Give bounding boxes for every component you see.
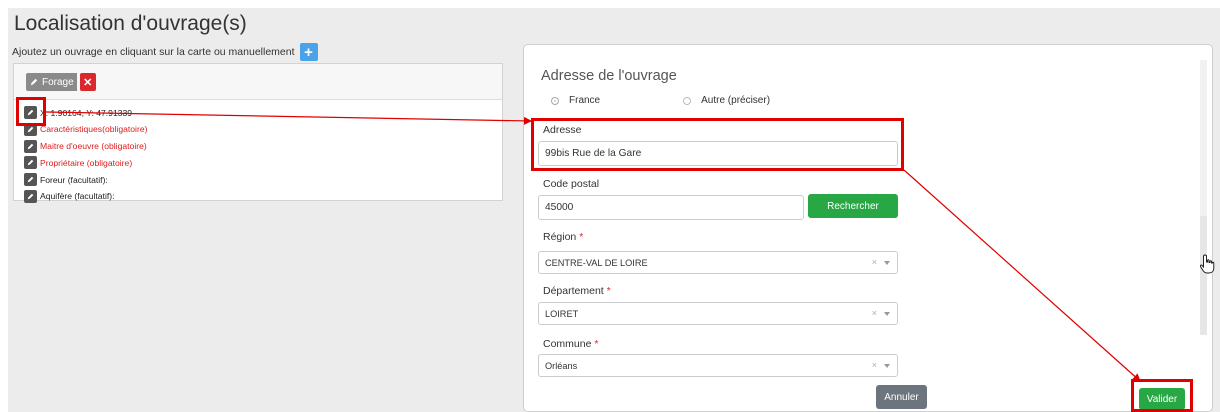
departement-clear-icon[interactable]: × — [872, 308, 877, 318]
commune-value: Orléans — [545, 360, 578, 371]
rechercher-button[interactable]: Rechercher — [808, 194, 898, 218]
radio-autre-label: Autre (préciser) — [701, 95, 771, 106]
departement-label-text: Département — [543, 285, 604, 297]
commune-clear-icon[interactable]: × — [872, 360, 877, 370]
departement-select[interactable]: LOIRET × — [538, 302, 898, 325]
page-title: Localisation d'ouvrage(s) — [14, 12, 247, 35]
required-mark: * — [606, 285, 611, 297]
edit-proprietaire-button[interactable] — [24, 156, 37, 170]
tree-item-label: Foreur (facultatif): — [40, 174, 108, 185]
radio-autre[interactable] — [683, 96, 692, 105]
add-hint-row: Ajoutez un ouvrage en cliquant sur la ca… — [12, 43, 318, 61]
tree-item-label: X: 1.90164, Y: 47.91339 — [40, 107, 133, 118]
pencil-icon — [27, 176, 34, 183]
tree-item-foreur: Foreur (facultatif): — [24, 173, 147, 187]
chevron-down-icon — [884, 261, 890, 265]
dialog-scrollbar-thumb[interactable] — [1200, 216, 1207, 335]
commune-select[interactable]: Orléans × — [538, 354, 898, 377]
plus-icon: + — [304, 43, 313, 61]
chevron-down-icon — [884, 364, 890, 368]
tree-item-label: Aquifère (facultatif): — [40, 191, 115, 202]
required-mark: * — [579, 231, 584, 243]
dialog-title: Adresse de l'ouvrage — [541, 68, 677, 84]
pencil-icon — [27, 126, 34, 133]
tree-item-label: Propriétaire (obligatoire) — [40, 157, 133, 168]
forage-node: Forage ✕ — [26, 73, 96, 91]
address-dialog: Adresse de l'ouvrage France Autre (préci… — [523, 44, 1213, 412]
tree-item-label: Caractéristiques(obligatoire) — [40, 124, 148, 135]
code-postal-label: Code postal — [543, 178, 600, 190]
edit-foreur-button[interactable] — [24, 173, 37, 186]
tree-item-proprietaire: Propriétaire (obligatoire) — [24, 156, 147, 170]
pencil-icon — [27, 160, 34, 166]
departement-label: Département * — [543, 285, 611, 297]
departement-value: LOIRET — [545, 308, 579, 319]
region-clear-icon[interactable]: × — [872, 257, 877, 267]
region-label-text: Région — [543, 231, 577, 243]
tree-item-maitre-oeuvre: Maitre d'oeuvre (obligatoire) — [24, 139, 147, 153]
required-mark: * — [594, 338, 599, 350]
region-select[interactable]: CENTRE-VAL DE LOIRE × — [538, 251, 898, 274]
tree-header: Forage ✕ — [14, 64, 502, 100]
hand-cursor-icon — [1199, 254, 1215, 274]
tree-item-aquifere: Aquifère (facultatif): — [24, 189, 147, 203]
ouvrage-tree-panel: Forage ✕ X: 1.90164, Y: 47.91339 Caracté… — [13, 63, 503, 203]
annotation-box-adresse — [531, 118, 904, 171]
code-postal-input[interactable]: 45000 — [538, 195, 804, 220]
pencil-icon — [28, 76, 40, 88]
add-hint-text: Ajoutez un ouvrage en cliquant sur la ca… — [12, 46, 295, 58]
chevron-down-icon — [884, 312, 890, 316]
edit-maitre-oeuvre-button[interactable] — [24, 139, 37, 153]
forage-edit-button[interactable]: Forage — [26, 73, 77, 91]
region-label: Région * — [543, 231, 583, 243]
radio-france-label: France — [569, 95, 601, 106]
tree-item-label: Maitre d'oeuvre (obligatoire) — [40, 141, 147, 152]
commune-label: Commune * — [543, 338, 598, 350]
annuler-button[interactable]: Annuler — [876, 385, 927, 409]
annotation-box-valider — [1131, 379, 1193, 412]
forage-label: Forage — [42, 76, 74, 88]
commune-label-text: Commune — [543, 338, 592, 350]
annotation-box-coordinates — [16, 97, 46, 126]
add-ouvrage-button[interactable]: + — [299, 43, 318, 61]
country-radio-group: France Autre (préciser) — [551, 95, 770, 106]
pencil-icon — [27, 193, 34, 199]
close-icon: ✕ — [83, 76, 93, 89]
radio-france[interactable] — [551, 96, 559, 105]
forage-delete-button[interactable]: ✕ — [79, 73, 96, 91]
pencil-icon — [27, 143, 34, 149]
edit-aquifere-button[interactable] — [24, 189, 37, 203]
region-value: CENTRE-VAL DE LOIRE — [545, 257, 648, 268]
